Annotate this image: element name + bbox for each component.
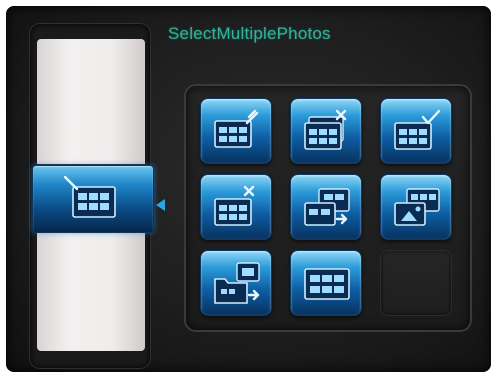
folder-copy-icon (214, 262, 260, 304)
tile-folder-copy[interactable] (200, 250, 272, 316)
tile-slideshow-photos[interactable] (380, 174, 452, 240)
thumbnail-view-icon (304, 268, 350, 300)
function-grid (186, 86, 470, 330)
select-all-check-icon (394, 109, 441, 150)
tile-delete-multiple[interactable] (290, 98, 362, 164)
filmstrip-selected-item[interactable] (32, 165, 154, 233)
photo-frame-screen: SelectMultiplePhotos (6, 6, 491, 372)
delete-all-icon (214, 185, 255, 226)
page-title: SelectMultiplePhotos (168, 24, 331, 43)
tile-copy-photos[interactable] (290, 174, 362, 240)
filmstrip-upper-slot[interactable] (37, 39, 145, 164)
tile-delete-all[interactable] (200, 174, 272, 240)
copy-photos-icon (304, 188, 350, 226)
tile-select-multiple[interactable] (200, 98, 272, 164)
slideshow-photos-icon (394, 188, 440, 226)
filmstrip-lower-slot[interactable] (37, 233, 145, 351)
tile-select-all[interactable] (380, 98, 452, 164)
delete-multiple-icon (304, 109, 347, 150)
thumbnail-grid-edit-icon (63, 175, 116, 218)
tile-empty-slot (380, 250, 452, 316)
tile-thumbnail-view[interactable] (290, 250, 362, 316)
select-multiple-edit-icon (214, 109, 259, 148)
triangle-left-icon (156, 199, 165, 211)
